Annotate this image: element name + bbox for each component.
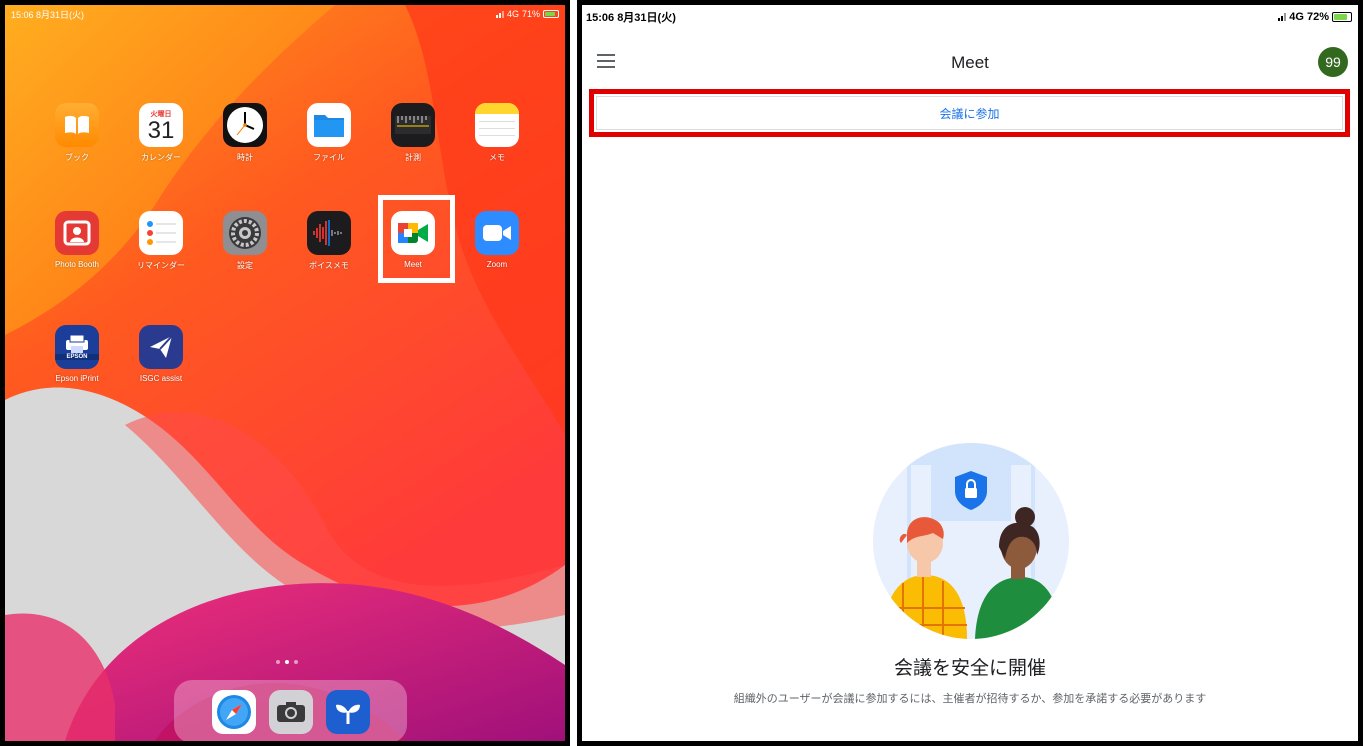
battery-icon	[1332, 12, 1352, 22]
measure-icon	[391, 103, 435, 147]
secure-meeting-illustration	[873, 443, 1069, 639]
app-label: ボイスメモ	[309, 261, 349, 270]
app-reminders[interactable]: リマインダー	[126, 211, 196, 271]
calendar-icon: 火曜日 31	[139, 103, 183, 147]
account-avatar[interactable]: 99	[1318, 47, 1348, 77]
status-bar: 15:06 8月31日(火) 4G 72%	[586, 9, 1352, 25]
app-label: ISGC assist	[139, 374, 183, 383]
battery-icon	[543, 10, 559, 18]
app-label: 計測	[405, 153, 421, 162]
status-time-date: 15:06 8月31日(火)	[11, 9, 85, 20]
app-zoom[interactable]: Zoom	[462, 211, 532, 269]
books-icon	[55, 103, 99, 147]
app-notes[interactable]: メモ	[462, 103, 532, 163]
photo-booth-icon	[55, 211, 99, 255]
clock-icon	[223, 103, 267, 147]
reminders-icon	[139, 211, 183, 255]
epson-iprint-icon: EPSON	[55, 325, 99, 369]
signal-icon	[495, 10, 504, 18]
app-isgc-assist[interactable]: ISGC assist	[126, 325, 196, 383]
isgc-assist-icon	[139, 325, 183, 369]
app-label: 時計	[237, 153, 253, 162]
app-calendar[interactable]: 火曜日 31 カレンダー	[126, 103, 196, 163]
app-bar: Meet 99	[582, 45, 1358, 81]
app-label: ファイル	[313, 153, 345, 162]
app-label: Epson iPrint	[55, 374, 99, 383]
app-settings[interactable]: 設定	[210, 211, 280, 271]
epson-badge: EPSON	[55, 354, 99, 360]
ipad-home-screen: 15:06 8月31日(火) 4G 71% ブック 火曜日 31 カレンダー 時…	[0, 0, 570, 746]
calendar-day: 31	[147, 117, 175, 144]
signal-icon	[1278, 13, 1287, 21]
meet-highlight-box	[378, 195, 455, 283]
app-epson-iprint[interactable]: EPSON Epson iPrint	[42, 325, 112, 383]
files-icon	[307, 103, 351, 147]
network-type: 4G	[506, 9, 519, 19]
page-indicator[interactable]	[276, 660, 298, 664]
app-label: リマインダー	[137, 261, 185, 270]
safari-icon[interactable]	[211, 689, 256, 734]
app-label: メモ	[489, 153, 505, 162]
app-label: Zoom	[486, 260, 508, 269]
app-files[interactable]: ファイル	[294, 103, 364, 163]
app-photo-booth[interactable]: Photo Booth	[42, 211, 112, 269]
status-time-date: 15:06 8月31日(火)	[586, 12, 676, 24]
app-label: カレンダー	[141, 153, 181, 162]
battery-percent: 72%	[1306, 11, 1329, 23]
page-dot	[294, 660, 298, 664]
app-voice-memos[interactable]: ボイスメモ	[294, 211, 364, 271]
notes-icon	[475, 103, 519, 147]
voice-memos-icon	[307, 211, 351, 255]
network-type: 4G	[1289, 11, 1304, 23]
join-button-highlight-box: 会議に参加	[589, 89, 1350, 137]
join-meeting-button[interactable]: 会議に参加	[596, 96, 1343, 130]
app-books[interactable]: ブック	[42, 103, 112, 163]
app-label: Photo Booth	[54, 260, 100, 269]
app-measure[interactable]: 計測	[378, 103, 448, 163]
page-dot	[276, 660, 280, 664]
app-title: Meet	[951, 53, 989, 72]
dock	[174, 680, 407, 741]
app-label: ブック	[65, 153, 89, 162]
battery-percent: 71%	[521, 9, 540, 19]
seedling-app-icon[interactable]	[325, 689, 370, 734]
page-dot-active	[285, 660, 289, 664]
status-bar: 15:06 8月31日(火) 4G 71%	[11, 7, 559, 21]
camera-icon[interactable]	[268, 689, 313, 734]
settings-icon	[223, 211, 267, 255]
meet-app-screen: 15:06 8月31日(火) 4G 72% Meet 99 会議に参加 会議を安…	[577, 0, 1363, 746]
app-label: 設定	[237, 261, 253, 270]
app-clock[interactable]: 時計	[210, 103, 280, 163]
promo-description: 組織外のユーザーが会議に参加するには、主催者が招待するか、参加を承諾する必要があ…	[733, 693, 1207, 705]
promo-title: 会議を安全に開催	[893, 658, 1046, 679]
zoom-icon	[475, 211, 519, 255]
